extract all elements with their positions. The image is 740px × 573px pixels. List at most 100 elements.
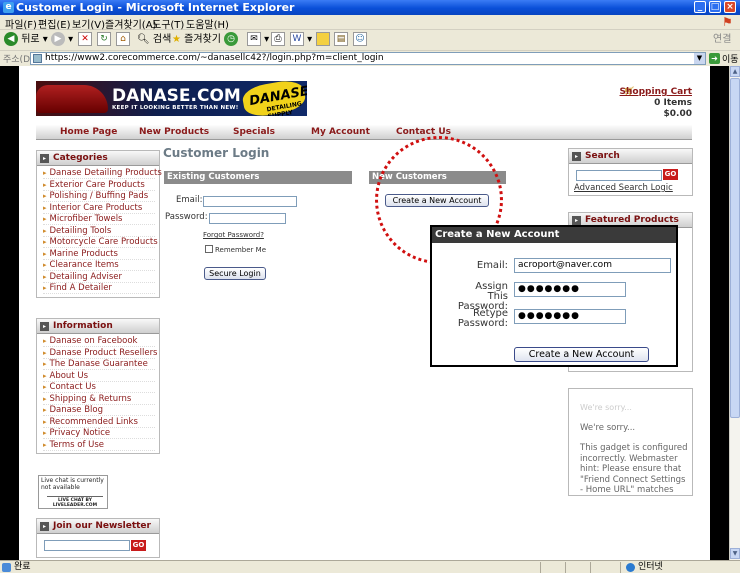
home-button[interactable]: ⌂ (116, 32, 130, 48)
info-link[interactable]: ▸ Terms of Use (43, 440, 155, 451)
bullet-icon: ▸ (43, 192, 47, 200)
search-input[interactable] (576, 170, 662, 181)
address-label: 주소(D) (3, 55, 34, 65)
info-link[interactable]: ▸ Contact Us (43, 382, 155, 393)
collapse-icon[interactable]: ▸ (40, 154, 49, 163)
collapse-icon[interactable]: ▸ (40, 322, 49, 331)
secure-login-button[interactable]: Secure Login (204, 267, 266, 280)
mail-button[interactable]: ✉ ▾ (247, 32, 269, 48)
research-button[interactable]: ▤ (334, 32, 348, 48)
history-button[interactable]: ◷ (224, 32, 238, 48)
category-link[interactable]: ▸ Microfiber Towels (43, 214, 155, 225)
menu-edit[interactable]: 편집(E) (38, 16, 71, 31)
category-link[interactable]: ▸ Detailing Adviser (43, 272, 155, 283)
popup-password-input[interactable]: ●●●●●●● (514, 282, 626, 297)
status-divider (540, 562, 541, 573)
menu-tools[interactable]: 도구(T) (152, 16, 184, 31)
minimize-button[interactable]: _ (694, 1, 706, 13)
info-link[interactable]: ▸ Danase on Facebook (43, 336, 155, 347)
bullet-icon: ▸ (43, 284, 47, 292)
category-link[interactable]: ▸ Find A Detailer (43, 283, 155, 294)
bullet-icon: ▸ (43, 371, 47, 380)
nav-my-account[interactable]: My Account (311, 127, 370, 137)
stop-button[interactable]: ✕ (78, 32, 92, 48)
login-email-input[interactable] (203, 196, 297, 207)
vertical-scrollbar[interactable]: ▲ ▼ (729, 66, 740, 560)
forgot-password-link[interactable]: Forgot Password? (203, 231, 264, 239)
discuss-button[interactable] (316, 32, 330, 48)
categories-box: ▸ Categories ▸ Danase Detailing Products … (36, 150, 162, 298)
go-button[interactable]: 이동 (722, 52, 739, 65)
window-titlebar: e Customer Login - Microsoft Internet Ex… (0, 0, 740, 15)
category-label: Interior Care Products (49, 202, 143, 213)
shopping-cart-link[interactable]: Shopping Cart (620, 87, 692, 97)
category-link[interactable]: ▸ Exterior Care Products (43, 180, 155, 191)
go-arrow-icon[interactable]: ➜ (709, 53, 720, 64)
newsletter-email-input[interactable] (44, 540, 130, 551)
edit-button[interactable]: W ▾ (290, 32, 312, 48)
advanced-search-link[interactable]: Advanced Search Logic (574, 183, 673, 193)
category-link[interactable]: ▸ Danase Detailing Products (43, 168, 162, 179)
collapse-icon[interactable]: ▸ (572, 216, 581, 225)
bullet-icon: ▸ (43, 203, 47, 212)
info-link[interactable]: ▸ Recommended Links (43, 417, 155, 428)
category-label: Clearance Items (49, 260, 119, 270)
browser-viewport: DANASE.COM KEEP IT LOOKING BETTER THAN N… (0, 66, 729, 560)
remember-me-checkbox[interactable] (205, 245, 213, 253)
menu-favorites[interactable]: 즐겨찾기(A) (105, 16, 156, 31)
menu-help[interactable]: 도움말(H) (186, 16, 229, 31)
info-link[interactable]: ▸ Danase Blog (43, 405, 155, 416)
popup-email-input[interactable]: acroport@naver.com (514, 258, 671, 273)
category-link[interactable]: ▸ Polishing / Buffing Pads (43, 191, 155, 202)
information-title: Information (53, 321, 113, 331)
back-button[interactable]: ◀ 뒤로 ▾ (4, 32, 48, 48)
category-link[interactable]: ▸ Marine Products (43, 249, 155, 260)
menu-view[interactable]: 보기(V) (72, 16, 105, 31)
info-link[interactable]: ▸ Shipping & Returns (43, 394, 155, 405)
status-text: 완료 (14, 562, 31, 572)
newsletter-go-button[interactable]: GO (131, 540, 146, 551)
nav-specials[interactable]: Specials (233, 127, 275, 137)
popup-create-account-button[interactable]: Create a New Account (514, 347, 649, 362)
popup-retype-input[interactable]: ●●●●●●● (514, 309, 626, 324)
info-link[interactable]: ▸ Privacy Notice (43, 428, 155, 439)
address-dropdown-icon[interactable]: ▼ (694, 53, 705, 64)
collapse-icon[interactable]: ▸ (40, 522, 49, 531)
close-button[interactable]: × (724, 1, 736, 13)
favorites-button[interactable]: ★ 즐겨찾기 (172, 32, 221, 48)
address-input[interactable]: https://www2.corecommerce.com/~danasellc… (30, 52, 706, 65)
nav-home[interactable]: Home Page (60, 127, 117, 137)
scroll-thumb[interactable] (730, 78, 740, 418)
site-logo[interactable]: DANASE.COM KEEP IT LOOKING BETTER THAN N… (36, 81, 307, 116)
forward-button[interactable]: ▶ ▾ (51, 32, 73, 48)
info-link[interactable]: ▸ The Danase Guarantee (43, 359, 155, 370)
info-link[interactable]: ▸ About Us (43, 371, 155, 382)
category-link[interactable]: ▸ Detailing Tools (43, 226, 155, 237)
address-bar: 주소(D) https://www2.corecommerce.com/~dan… (0, 51, 740, 66)
livechat-badge[interactable]: Live chat is currently not available LIV… (38, 475, 108, 509)
scroll-up-icon[interactable]: ▲ (730, 66, 740, 77)
links-label[interactable]: 연결 (713, 32, 731, 48)
category-link[interactable]: ▸ Interior Care Products (43, 203, 155, 214)
category-link[interactable]: ▸ Clearance Items (43, 260, 155, 271)
collapse-icon[interactable]: ▸ (572, 152, 581, 161)
menu-file[interactable]: 파일(F) (5, 16, 37, 31)
gadget-error-box: We're sorry... We're sorry... This gadge… (568, 388, 693, 496)
refresh-button[interactable]: ↻ (97, 32, 111, 48)
maximize-button[interactable]: □ (709, 1, 721, 13)
scroll-down-icon[interactable]: ▼ (730, 548, 740, 559)
bullet-icon: ▸ (43, 180, 47, 189)
messenger-button[interactable]: ☺ (353, 32, 367, 48)
search-button[interactable]: 🔍︎ 검색 (137, 32, 171, 48)
nav-new-products[interactable]: New Products (139, 127, 209, 137)
bullet-icon: ▸ (43, 394, 47, 403)
popup-retype-label: Retype Password: (457, 308, 508, 329)
newsletter-header: ▸ Join our Newsletter (37, 519, 159, 534)
category-link[interactable]: ▸ Motorcycle Care Products (43, 237, 158, 248)
print-button[interactable]: ⎙ (271, 32, 285, 48)
search-go-button[interactable]: GO (663, 169, 678, 180)
info-link[interactable]: ▸ Danase Product Resellers (43, 348, 158, 359)
login-password-input[interactable] (209, 213, 286, 224)
mail-icon: ✉ (247, 32, 261, 46)
bullet-icon: ▸ (43, 272, 47, 281)
